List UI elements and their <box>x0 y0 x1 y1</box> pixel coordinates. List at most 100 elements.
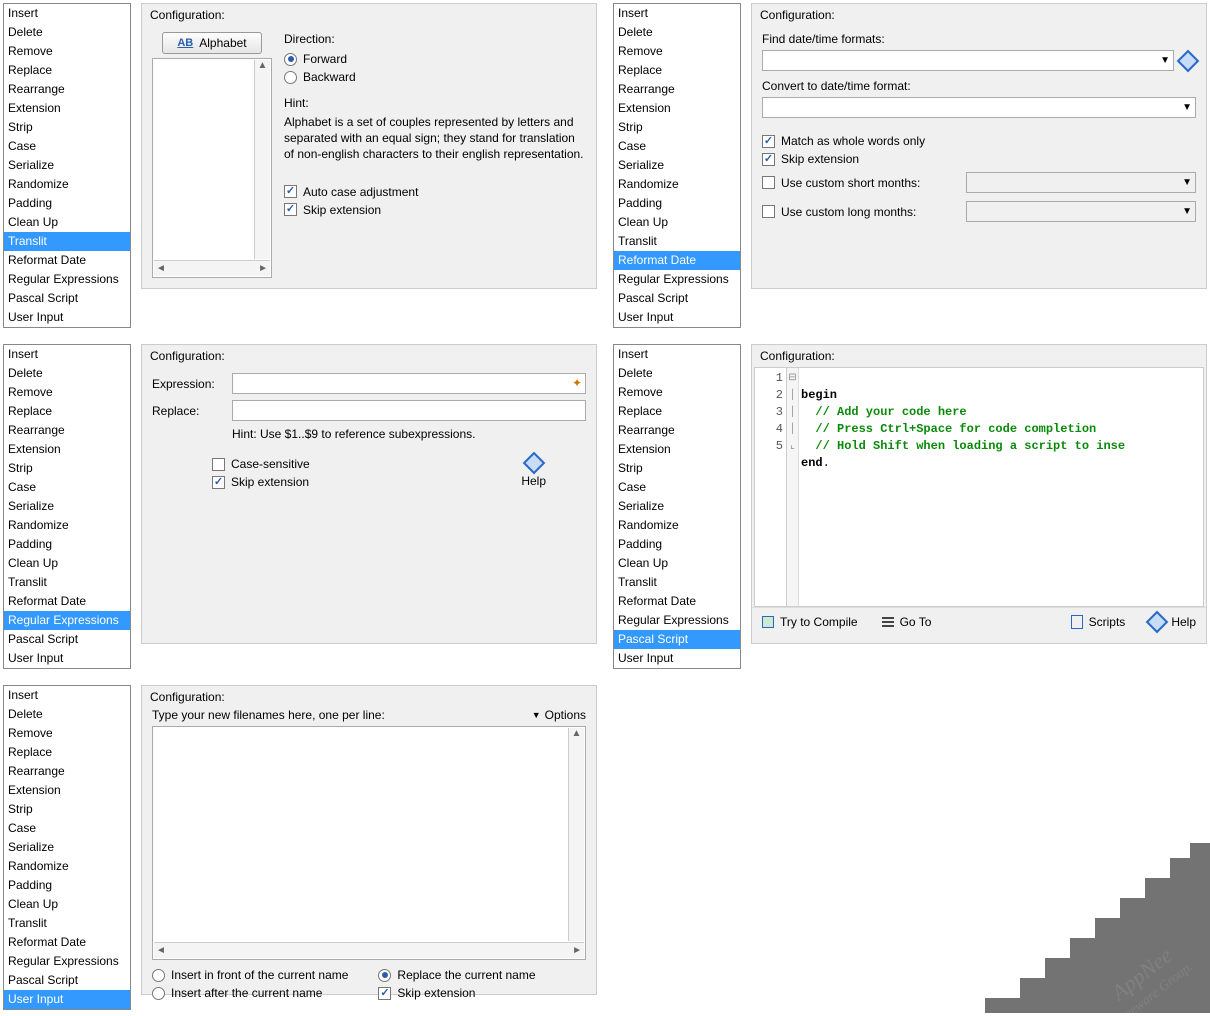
rule-list[interactable]: InsertDeleteRemoveReplaceRearrangeExtens… <box>3 3 131 328</box>
list-item[interactable]: Replace <box>4 61 130 80</box>
list-item[interactable]: Reformat Date <box>614 592 740 611</box>
list-item[interactable]: Delete <box>614 364 740 383</box>
list-item[interactable]: Reformat Date <box>614 251 740 270</box>
list-item[interactable]: Clean Up <box>614 213 740 232</box>
list-item[interactable]: User Input <box>4 308 130 327</box>
list-item[interactable]: Reformat Date <box>4 251 130 270</box>
radio-forward[interactable]: Forward <box>284 50 586 68</box>
check-skip-extension[interactable]: Skip extension <box>284 201 586 219</box>
radio-replace-current[interactable]: Replace the current name <box>378 966 535 984</box>
list-item[interactable]: User Input <box>4 649 130 668</box>
radio-backward[interactable]: Backward <box>284 68 586 86</box>
list-item[interactable]: Delete <box>4 364 130 383</box>
list-item[interactable]: Pascal Script <box>614 289 740 308</box>
expression-input[interactable] <box>232 373 586 394</box>
list-item[interactable]: Extension <box>614 440 740 459</box>
list-item[interactable]: Randomize <box>614 175 740 194</box>
list-item[interactable]: Remove <box>4 383 130 402</box>
list-item[interactable]: Remove <box>4 42 130 61</box>
list-item[interactable]: Delete <box>4 23 130 42</box>
list-item[interactable]: Remove <box>614 42 740 61</box>
list-item[interactable]: Replace <box>614 61 740 80</box>
help-button[interactable]: Help <box>1149 614 1196 630</box>
list-item[interactable]: User Input <box>4 990 130 1009</box>
list-item[interactable]: Rearrange <box>4 80 130 99</box>
list-item[interactable]: Insert <box>4 4 130 23</box>
list-item[interactable]: Regular Expressions <box>4 270 130 289</box>
list-item[interactable]: Clean Up <box>614 554 740 573</box>
list-item[interactable]: Clean Up <box>4 554 130 573</box>
list-item[interactable]: Rearrange <box>4 421 130 440</box>
list-item[interactable]: Replace <box>614 402 740 421</box>
list-item[interactable]: User Input <box>614 649 740 668</box>
list-item[interactable]: Serialize <box>4 497 130 516</box>
scripts-button[interactable]: Scripts <box>1071 615 1126 629</box>
list-item[interactable]: Strip <box>4 800 130 819</box>
list-item[interactable]: Padding <box>614 535 740 554</box>
list-item[interactable]: Randomize <box>614 516 740 535</box>
check-case-sensitive[interactable]: Case-sensitive <box>212 455 521 473</box>
list-item[interactable]: Translit <box>4 232 130 251</box>
list-item[interactable]: Padding <box>4 876 130 895</box>
list-item[interactable]: Insert <box>614 345 740 364</box>
list-item[interactable]: Extension <box>4 99 130 118</box>
list-item[interactable]: Rearrange <box>4 762 130 781</box>
list-item[interactable]: Case <box>614 478 740 497</box>
list-item[interactable]: Delete <box>4 705 130 724</box>
list-item[interactable]: Extension <box>4 781 130 800</box>
list-item[interactable]: Translit <box>614 573 740 592</box>
list-item[interactable]: Rearrange <box>614 80 740 99</box>
list-item[interactable]: Randomize <box>4 516 130 535</box>
radio-insert-front[interactable]: Insert in front of the current name <box>152 966 348 984</box>
list-item[interactable]: Rearrange <box>614 421 740 440</box>
code-editor[interactable]: 12345 ⊟│││⌞ begin // Add your code here … <box>754 367 1204 607</box>
rule-list[interactable]: InsertDeleteRemoveReplaceRearrangeExtens… <box>3 344 131 669</box>
list-item[interactable]: Case <box>4 819 130 838</box>
list-item[interactable]: Regular Expressions <box>4 952 130 971</box>
list-item[interactable]: Extension <box>614 99 740 118</box>
find-formats-combo[interactable]: ▼ <box>762 50 1174 71</box>
list-item[interactable]: Case <box>4 478 130 497</box>
list-item[interactable]: Delete <box>614 23 740 42</box>
check-custom-short-months[interactable]: Use custom short months: <box>762 174 952 192</box>
list-item[interactable]: Padding <box>614 194 740 213</box>
rule-list[interactable]: InsertDeleteRemoveReplaceRearrangeExtens… <box>613 3 741 328</box>
list-item[interactable]: Case <box>4 137 130 156</box>
list-item[interactable]: Regular Expressions <box>614 611 740 630</box>
list-item[interactable]: Serialize <box>614 497 740 516</box>
convert-format-combo[interactable]: ▼ <box>762 97 1196 118</box>
replace-input[interactable] <box>232 400 586 421</box>
list-item[interactable]: Strip <box>614 118 740 137</box>
expression-helper-icon[interactable]: ✦ <box>572 376 582 390</box>
list-item[interactable]: Clean Up <box>4 213 130 232</box>
list-item[interactable]: Translit <box>4 914 130 933</box>
list-item[interactable]: Pascal Script <box>4 971 130 990</box>
scrollbar[interactable]: ▲ <box>568 728 584 941</box>
list-item[interactable]: Randomize <box>4 857 130 876</box>
list-item[interactable]: Reformat Date <box>4 933 130 952</box>
list-item[interactable]: Replace <box>4 402 130 421</box>
check-custom-long-months[interactable]: Use custom long months: <box>762 203 952 221</box>
list-item[interactable]: Remove <box>614 383 740 402</box>
fold-marks[interactable]: ⊟│││⌞ <box>787 368 799 606</box>
rule-list[interactable]: InsertDeleteRemoveReplaceRearrangeExtens… <box>613 344 741 669</box>
list-item[interactable]: Padding <box>4 535 130 554</box>
list-item[interactable]: Remove <box>4 724 130 743</box>
list-item[interactable]: Case <box>614 137 740 156</box>
list-item[interactable]: Strip <box>614 459 740 478</box>
scrollbar[interactable]: ◄► <box>154 260 270 276</box>
list-item[interactable]: Strip <box>4 459 130 478</box>
list-item[interactable]: Replace <box>4 743 130 762</box>
list-item[interactable]: Translit <box>614 232 740 251</box>
radio-insert-after[interactable]: Insert after the current name <box>152 984 348 1002</box>
list-item[interactable]: Serialize <box>4 156 130 175</box>
list-item[interactable]: Insert <box>614 4 740 23</box>
list-item[interactable]: Serialize <box>614 156 740 175</box>
list-item[interactable]: Regular Expressions <box>4 611 130 630</box>
list-item[interactable]: Pascal Script <box>4 630 130 649</box>
list-item[interactable]: Reformat Date <box>4 592 130 611</box>
list-item[interactable]: Serialize <box>4 838 130 857</box>
list-item[interactable]: User Input <box>614 308 740 327</box>
list-item[interactable]: Clean Up <box>4 895 130 914</box>
list-item[interactable]: Randomize <box>4 175 130 194</box>
